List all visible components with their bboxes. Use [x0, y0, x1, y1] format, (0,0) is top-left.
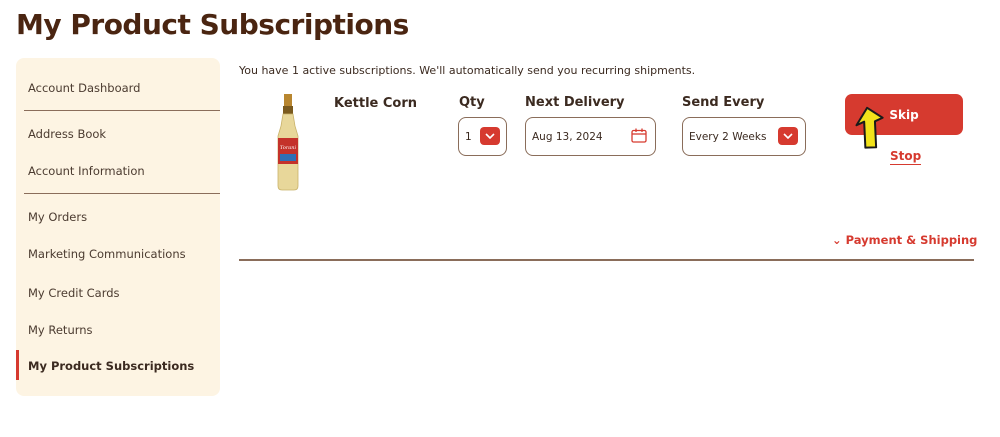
sidebar-item-address-book[interactable]: Address Book	[28, 127, 106, 141]
account-sidebar: Account Dashboard Address Book Account I…	[16, 58, 220, 396]
active-indicator	[16, 350, 19, 380]
section-divider	[239, 259, 974, 261]
next-delivery-label: Next Delivery	[525, 95, 625, 110]
qty-value: 1	[465, 130, 472, 143]
sidebar-item-account-dashboard[interactable]: Account Dashboard	[28, 81, 140, 95]
payment-shipping-label: Payment & Shipping	[845, 233, 978, 247]
sidebar-item-marketing-communications[interactable]: Marketing Communications	[28, 247, 186, 261]
chevron-down-icon: ⌄	[832, 233, 842, 247]
send-every-label: Send Every	[682, 95, 765, 110]
next-delivery-value: Aug 13, 2024	[532, 130, 603, 143]
sidebar-divider	[24, 193, 220, 194]
sidebar-item-account-information[interactable]: Account Information	[28, 164, 145, 178]
sidebar-item-my-product-subscriptions[interactable]: My Product Subscriptions	[28, 359, 194, 373]
chevron-down-icon[interactable]	[778, 127, 798, 145]
send-every-select[interactable]: Every 2 Weeks	[682, 117, 806, 156]
page-title: My Product Subscriptions	[16, 8, 409, 41]
stop-link[interactable]: Stop	[890, 149, 922, 165]
calendar-icon[interactable]	[631, 128, 647, 147]
svg-text:Torani: Torani	[280, 145, 297, 151]
sidebar-item-my-credit-cards[interactable]: My Credit Cards	[28, 286, 120, 300]
sidebar-divider	[24, 110, 220, 111]
payment-shipping-toggle[interactable]: ⌄ Payment & Shipping	[832, 233, 977, 247]
sidebar-item-my-orders[interactable]: My Orders	[28, 210, 87, 224]
arrow-pointer-icon	[855, 106, 884, 149]
subscriptions-intro: You have 1 active subscriptions. We'll a…	[239, 64, 696, 77]
product-image: Torani	[277, 94, 299, 191]
chevron-down-icon[interactable]	[480, 127, 500, 145]
send-every-value: Every 2 Weeks	[689, 130, 767, 143]
qty-label: Qty	[459, 95, 485, 110]
sidebar-item-my-returns[interactable]: My Returns	[28, 323, 93, 337]
next-delivery-date-field[interactable]: Aug 13, 2024	[525, 117, 656, 156]
qty-select[interactable]: 1	[458, 117, 507, 156]
product-name: Kettle Corn	[334, 96, 418, 111]
